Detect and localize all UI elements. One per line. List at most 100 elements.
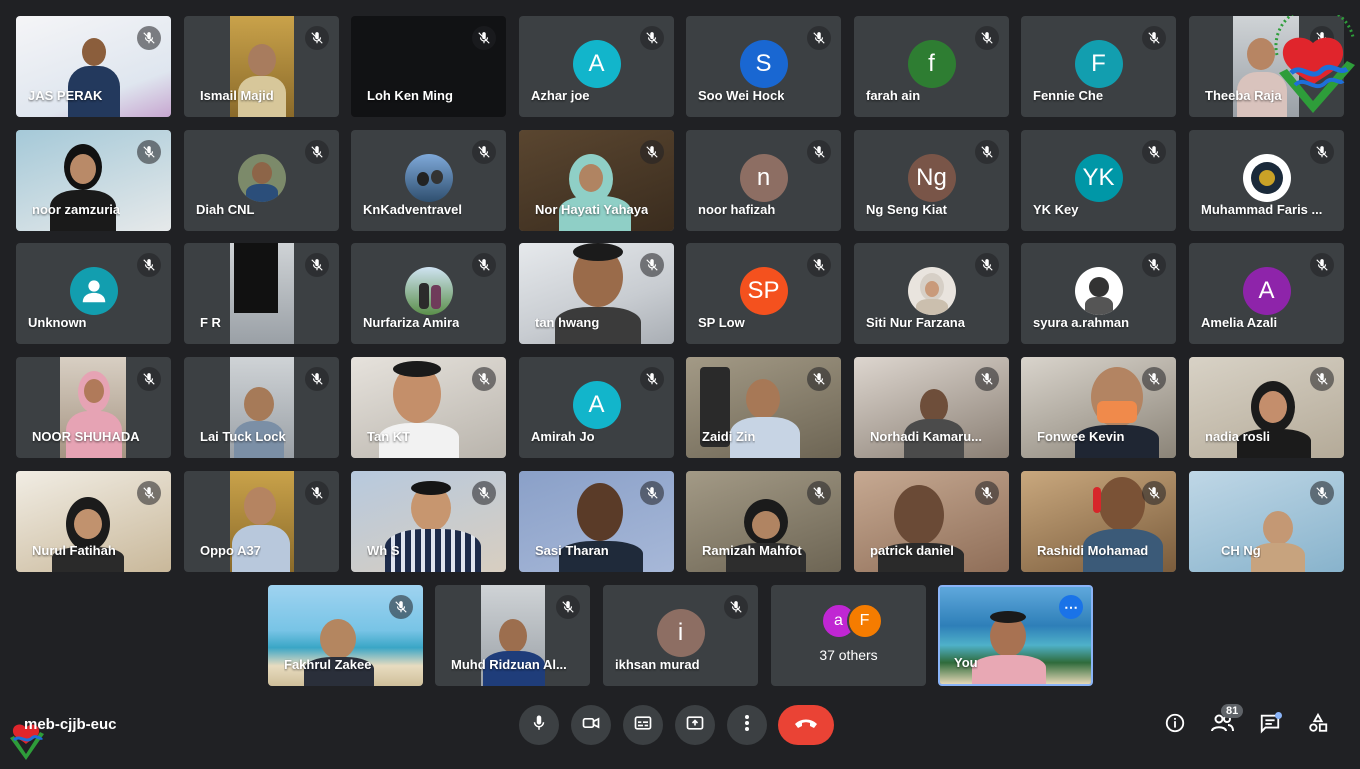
chat-button[interactable]	[1253, 708, 1287, 742]
participant-tile[interactable]: Fakhrul Zakee	[268, 585, 423, 686]
participant-tile[interactable]: noor zamzuria	[16, 130, 171, 231]
participant-tile[interactable]: Nor Hayati Yahaya	[519, 130, 674, 231]
participant-tile[interactable]: Ng Ng Seng Kiat	[854, 130, 1009, 231]
participant-tile[interactable]: SP SP Low	[686, 243, 841, 344]
more-options-icon[interactable]: ⋯	[1059, 595, 1083, 619]
participant-tile[interactable]: A Azhar joe	[519, 16, 674, 117]
participant-tile[interactable]: Wh S	[351, 471, 506, 572]
participant-tile[interactable]: Sasi Tharan	[519, 471, 674, 572]
end-call-button[interactable]	[778, 705, 834, 745]
participant-tile[interactable]: patrick daniel	[854, 471, 1009, 572]
mic-off-icon	[807, 26, 831, 50]
participant-tile[interactable]: Ismail Majid	[184, 16, 339, 117]
participant-tile[interactable]: Oppo A37	[184, 471, 339, 572]
participant-tile[interactable]: YK YK Key	[1021, 130, 1176, 231]
mic-off-icon	[305, 253, 329, 277]
others-tile[interactable]: a F 37 others	[771, 585, 926, 686]
participant-tile[interactable]: A Amelia Azali	[1189, 243, 1344, 344]
mic-off-icon	[137, 367, 161, 391]
mic-off-icon	[137, 140, 161, 164]
participant-name: Amelia Azali	[1201, 315, 1278, 330]
participant-tile[interactable]: JAS PERAK	[16, 16, 171, 117]
mic-off-icon	[137, 481, 161, 505]
mic-off-icon	[305, 367, 329, 391]
participant-tile[interactable]: i ikhsan murad	[603, 585, 758, 686]
mic-off-icon	[724, 595, 748, 619]
mic-off-icon	[640, 26, 664, 50]
participant-tile[interactable]: Tan KT	[351, 357, 506, 458]
participant-grid: JAS PERAK Ismail Majid Loh Ken Ming A Az…	[0, 0, 1360, 700]
participant-tile[interactable]: Unknown	[16, 243, 171, 344]
mic-off-icon	[305, 140, 329, 164]
participant-name: YK Key	[1033, 202, 1079, 217]
participant-tile[interactable]: S Soo Wei Hock	[686, 16, 841, 117]
participant-name: Diah CNL	[196, 202, 255, 217]
mic-button[interactable]	[519, 705, 559, 745]
bottom-toolbar: meb-cjjb-euc 81	[0, 700, 1360, 765]
participant-name: NOOR SHUHADA	[32, 429, 140, 444]
mic-off-icon	[472, 26, 496, 50]
camera-button[interactable]	[571, 705, 611, 745]
participant-tile[interactable]: NOOR SHUHADA	[16, 357, 171, 458]
participant-name: Ismail Majid	[200, 88, 274, 103]
participant-name: SP Low	[698, 315, 745, 330]
mic-off-icon	[305, 481, 329, 505]
participant-avatar: F	[1074, 39, 1123, 88]
participant-tile[interactable]: syura a.rahman	[1021, 243, 1176, 344]
participant-tile[interactable]: F Fennie Che	[1021, 16, 1176, 117]
info-button[interactable]	[1158, 708, 1192, 742]
participant-tile[interactable]: Muhammad Faris ...	[1189, 130, 1344, 231]
participant-tile[interactable]: f farah ain	[854, 16, 1009, 117]
participant-name: KnKadventravel	[363, 202, 462, 217]
participant-tile[interactable]: Fonwee Kevin	[1021, 357, 1176, 458]
mic-off-icon	[305, 26, 329, 50]
mic-off-icon	[807, 253, 831, 277]
participant-tile[interactable]: A Amirah Jo	[519, 357, 674, 458]
participant-name: nadia rosli	[1205, 429, 1271, 444]
participant-name: Loh Ken Ming	[367, 88, 453, 103]
others-count: 37 others	[819, 647, 878, 663]
mic-off-icon	[975, 140, 999, 164]
participant-name: Norhadi Kamaru...	[870, 429, 982, 444]
participant-tile[interactable]: F R	[184, 243, 339, 344]
participant-tile[interactable]: CH Ng	[1189, 471, 1344, 572]
participant-tile[interactable]: Siti Nur Farzana	[854, 243, 1009, 344]
participant-tile[interactable]: KnKadventravel	[351, 130, 506, 231]
participant-name: F R	[200, 315, 221, 330]
participant-tile[interactable]: Loh Ken Ming	[351, 16, 506, 117]
participant-tile[interactable]: nadia rosli	[1189, 357, 1344, 458]
participant-name: Sasi Tharan	[535, 543, 609, 558]
participant-name: tan hwang	[535, 315, 600, 330]
mic-off-icon	[640, 140, 664, 164]
mic-off-icon	[975, 367, 999, 391]
participant-tile[interactable]: Nurfariza Amira	[351, 243, 506, 344]
participant-tile[interactable]: Ramizah Mahfot	[686, 471, 841, 572]
participant-tile[interactable]: Diah CNL	[184, 130, 339, 231]
info-icon	[1164, 712, 1186, 739]
participant-avatar	[1242, 153, 1291, 202]
participant-tile[interactable]: Lai Tuck Lock	[184, 357, 339, 458]
people-button[interactable]: 81	[1205, 704, 1244, 742]
mic-off-icon	[807, 140, 831, 164]
participant-tile[interactable]: Rashidi Mohamad	[1021, 471, 1176, 572]
captions-button[interactable]	[623, 705, 663, 745]
participant-name: Siti Nur Farzana	[866, 315, 965, 330]
mic-off-icon	[472, 253, 496, 277]
participant-tile[interactable]: Muhd Ridzuan Al...	[435, 585, 590, 686]
participant-tile[interactable]: n noor hafizah	[686, 130, 841, 231]
present-button[interactable]	[675, 705, 715, 745]
more-options-button[interactable]	[727, 705, 767, 745]
participant-tile[interactable]: Zaidi Zin	[686, 357, 841, 458]
participant-name: syura a.rahman	[1033, 315, 1130, 330]
participant-tile[interactable]: Nurul Fatihah	[16, 471, 171, 572]
participant-avatar	[907, 266, 956, 315]
meeting-code: meb-cjjb-euc	[24, 716, 117, 733]
participant-name: Muhd Ridzuan Al...	[451, 657, 567, 672]
mic-off-icon	[1142, 481, 1166, 505]
mic-off-icon	[1142, 367, 1166, 391]
captions-icon	[633, 713, 653, 738]
activities-button[interactable]	[1301, 708, 1335, 742]
participant-tile[interactable]: Norhadi Kamaru...	[854, 357, 1009, 458]
self-tile[interactable]: ⋯ You	[938, 585, 1093, 686]
participant-tile[interactable]: tan hwang	[519, 243, 674, 344]
